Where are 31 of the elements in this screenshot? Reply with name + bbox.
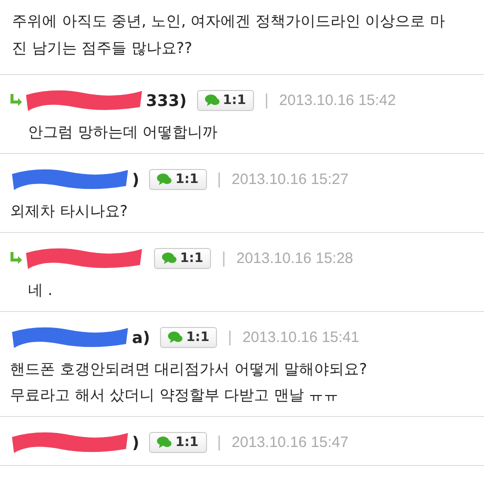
- reply-arrow-icon: [10, 93, 22, 107]
- reply-arrow-icon: [10, 251, 22, 265]
- chat-button[interactable]: 1:1: [160, 326, 218, 348]
- comment-date: 2013.10.16 15:41: [242, 328, 360, 346]
- separator: |: [221, 249, 226, 267]
- speech-bubble-icon: [168, 330, 184, 344]
- chat-button[interactable]: 1:1: [149, 432, 207, 452]
- separator: |: [216, 433, 222, 451]
- separator: |: [216, 170, 222, 188]
- author-name: ): [132, 432, 140, 452]
- post-text: 주위에 아직도 중년, 노인, 여자에겐 정책가이드라인 이상으로 마진 남기는 점주들 많나요??: [11, 11, 446, 59]
- speech-bubble-icon: [204, 94, 220, 106]
- author-name: a): [132, 328, 150, 346]
- separator: |: [264, 91, 270, 109]
- comment-date: 2013.10.16 15:42: [279, 92, 396, 108]
- separator: |: [227, 328, 232, 346]
- comment-date: 2013.10.16 15:27: [232, 170, 348, 188]
- chat-button[interactable]: 1:1: [154, 248, 212, 268]
- comment-text: 핸드폰 호갱안되려면 대리점가서 어떻게 말해야되요? 무료라고 해서 샀더니 약정할부 다받고 맨날 ㅠㅠ: [10, 359, 368, 406]
- author-name: ): [132, 170, 140, 188]
- author-name: 333): [146, 90, 187, 110]
- speech-bubble-icon: [157, 172, 172, 186]
- comment-text: 외제차 타시나요?: [10, 201, 129, 222]
- speech-bubble-icon: [162, 252, 177, 264]
- speech-bubble-icon: [157, 436, 172, 448]
- chat-button[interactable]: 1:1: [196, 90, 254, 110]
- comment-text: 안그럼 망하는데 어떻합니까: [27, 122, 219, 143]
- comment-text: 네 .: [27, 280, 54, 301]
- chat-button[interactable]: 1:1: [149, 168, 207, 190]
- comment-date: 2013.10.16 15:28: [236, 250, 354, 266]
- comment-date: 2013.10.16 15:47: [232, 434, 348, 450]
